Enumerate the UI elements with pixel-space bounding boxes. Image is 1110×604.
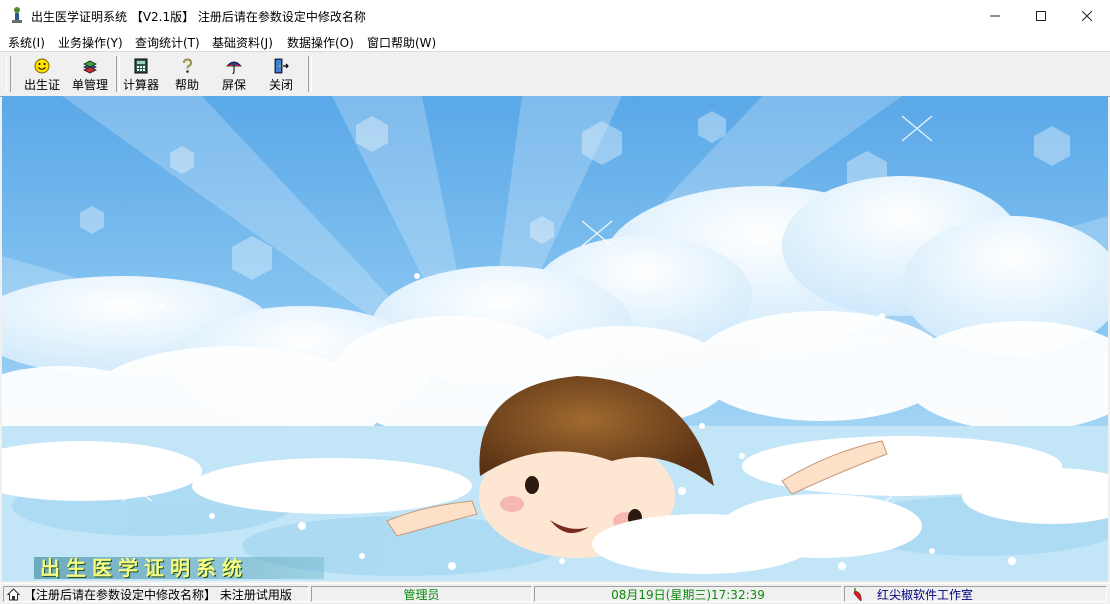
wallpaper-area: 出生医学证明系统 (2, 96, 1108, 581)
minimize-icon (990, 15, 1000, 16)
maximize-button[interactable] (1018, 0, 1064, 31)
toolbar-grip[interactable] (6, 56, 11, 92)
umbrella-icon (226, 61, 242, 74)
question-icon (183, 58, 192, 73)
menu-basic-data[interactable]: 基础资料(J) (212, 34, 273, 51)
status-datetime-panel: 08月19日(星期三)17:32:39 (534, 586, 842, 602)
menu-system[interactable]: 系统(I) (8, 34, 45, 51)
menu-data-ops[interactable]: 数据操作(O) (287, 34, 354, 51)
status-bar: 【注册后请在参数设定中修改名称】 未注册试用版 管理员 08月19日(星期三)1… (0, 583, 1110, 604)
calculator-label: 计算器 (122, 78, 159, 92)
home-icon (7, 588, 20, 601)
status-vendor: 红尖椒软件工作室 (877, 588, 974, 602)
app-icon (12, 7, 22, 23)
close-button[interactable] (1064, 0, 1110, 31)
status-datetime: 08月19日(星期三)17:32:39 (611, 588, 765, 602)
screensaver-label: 屏保 (221, 78, 246, 92)
title-bar: 出生医学证明系统 【V2.1版】 注册后请在参数设定中修改名称 (0, 0, 1110, 31)
calculator-button[interactable]: 计算器 (118, 55, 164, 93)
status-vendor-panel: 红尖椒软件工作室 (844, 586, 1107, 602)
window-title: 出生医学证明系统 【V2.1版】 注册后请在参数设定中修改名称 (31, 10, 366, 24)
smiley-icon (34, 58, 50, 74)
help-button[interactable]: 帮助 (164, 55, 210, 93)
menu-window-help[interactable]: 窗口帮助(W) (367, 34, 436, 51)
maximize-icon (1036, 10, 1046, 21)
close-app-button[interactable]: 关闭 (258, 55, 304, 93)
status-user-panel: 管理员 (311, 586, 532, 602)
birth-cert-label: 出生证 (23, 78, 60, 92)
menu-business[interactable]: 业务操作(Y) (58, 34, 123, 51)
birth-cert-button[interactable]: 出生证 (19, 55, 65, 93)
screensaver-button[interactable]: 屏保 (211, 55, 257, 93)
calculator-icon (134, 58, 148, 74)
menu-query-stats[interactable]: 查询统计(T) (135, 34, 200, 51)
toolbar: 出生证 单管理 计算器 帮助 屏保 关闭 (0, 51, 1110, 97)
close-icon (1082, 10, 1092, 21)
minimize-button[interactable] (972, 0, 1018, 31)
brand-title: 出生医学证明系统 (34, 557, 324, 579)
status-registration: 【注册后请在参数设定中修改名称】 未注册试用版 (24, 588, 292, 602)
help-label: 帮助 (174, 78, 199, 92)
form-manage-label: 单管理 (71, 78, 108, 92)
menu-bar: 系统(I) 业务操作(Y) 查询统计(T) 基础资料(J) 数据操作(O) 窗口… (0, 31, 1110, 51)
form-manage-button[interactable]: 单管理 (67, 55, 113, 93)
toolbar-separator (308, 56, 312, 92)
exit-door-icon (274, 58, 289, 74)
wallpaper-illustration (2, 96, 1108, 581)
books-icon (83, 60, 97, 74)
chili-pepper-icon (853, 588, 862, 601)
status-registration-panel: 【注册后请在参数设定中修改名称】 未注册试用版 (3, 586, 309, 602)
close-app-label: 关闭 (268, 78, 293, 92)
status-user: 管理员 (403, 588, 440, 602)
